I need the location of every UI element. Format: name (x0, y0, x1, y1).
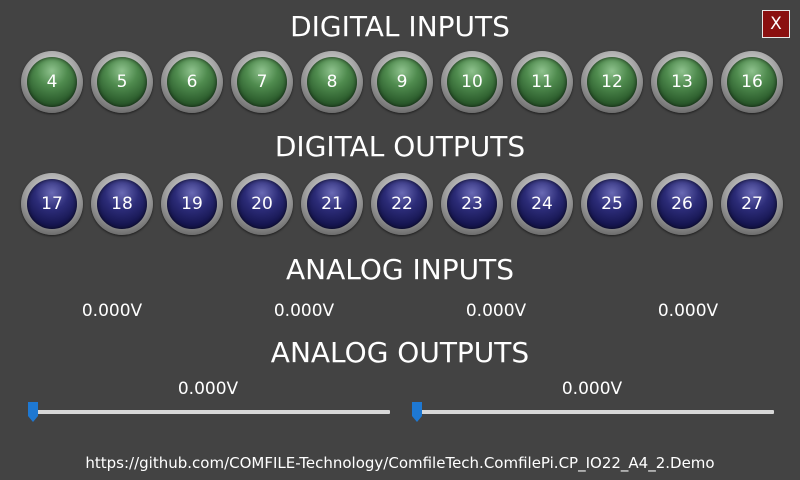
analog-input-value: 0.000V (465, 301, 527, 321)
led-channel-number: 10 (461, 72, 483, 92)
digital-output-toggle[interactable]: 18 (91, 173, 153, 235)
digital-output-toggle[interactable]: 23 (441, 173, 503, 235)
led-channel-number: 13 (671, 72, 693, 92)
digital-input-led[interactable]: 16 (721, 51, 783, 113)
digital-outputs-title: DIGITAL OUTPUTS (274, 130, 526, 163)
digital-input-led[interactable]: 8 (301, 51, 363, 113)
led-channel-number: 26 (671, 194, 693, 214)
digital-output-toggle[interactable]: 27 (721, 173, 783, 235)
digital-output-toggle[interactable]: 19 (161, 173, 223, 235)
led-channel-number: 27 (741, 194, 763, 214)
digital-outputs-row: 17 18 19 20 21 22 23 24 25 26 27 (0, 173, 800, 235)
analog-output-slider[interactable] (412, 402, 774, 422)
analog-output-value: 0.000V (177, 379, 239, 399)
digital-output-toggle[interactable]: 24 (511, 173, 573, 235)
io-demo-window: X DIGITAL INPUTS 4 5 6 7 8 9 10 11 12 13… (0, 0, 800, 480)
led-channel-number: 25 (601, 194, 623, 214)
digital-input-led[interactable]: 10 (441, 51, 503, 113)
digital-output-toggle[interactable]: 20 (231, 173, 293, 235)
digital-input-led[interactable]: 4 (21, 51, 83, 113)
slider-track (28, 410, 390, 414)
repository-url[interactable]: https://github.com/COMFILE-Technology/Co… (0, 453, 800, 473)
digital-input-led[interactable]: 6 (161, 51, 223, 113)
led-channel-number: 6 (186, 72, 198, 92)
led-channel-number: 18 (111, 194, 133, 214)
slider-track (412, 410, 774, 414)
slider-thumb[interactable] (412, 402, 422, 422)
led-channel-number: 7 (256, 72, 268, 92)
led-channel-number: 22 (391, 194, 413, 214)
led-channel-number: 8 (326, 72, 338, 92)
digital-inputs-row: 4 5 6 7 8 9 10 11 12 13 16 (0, 51, 800, 113)
digital-inputs-title: DIGITAL INPUTS (290, 10, 510, 43)
led-channel-number: 21 (321, 194, 343, 214)
digital-input-led[interactable]: 5 (91, 51, 153, 113)
led-channel-number: 16 (741, 72, 763, 92)
analog-input-value: 0.000V (81, 301, 143, 321)
digital-input-led[interactable]: 7 (231, 51, 293, 113)
led-channel-number: 9 (396, 72, 408, 92)
digital-input-led[interactable]: 12 (581, 51, 643, 113)
analog-inputs-title: ANALOG INPUTS (286, 253, 514, 286)
led-channel-number: 23 (461, 194, 483, 214)
analog-outputs-title: ANALOG OUTPUTS (270, 336, 530, 369)
digital-output-toggle[interactable]: 22 (371, 173, 433, 235)
digital-output-toggle[interactable]: 21 (301, 173, 363, 235)
led-channel-number: 19 (181, 194, 203, 214)
slider-thumb[interactable] (28, 402, 38, 422)
led-channel-number: 17 (41, 194, 63, 214)
analog-input-value: 0.000V (273, 301, 335, 321)
digital-output-toggle[interactable]: 26 (651, 173, 713, 235)
analog-output-slider[interactable] (28, 402, 390, 422)
digital-input-led[interactable]: 9 (371, 51, 433, 113)
led-channel-number: 12 (601, 72, 623, 92)
led-channel-number: 11 (531, 72, 553, 92)
analog-input-value: 0.000V (657, 301, 719, 321)
digital-input-led[interactable]: 11 (511, 51, 573, 113)
led-channel-number: 24 (531, 194, 553, 214)
digital-output-toggle[interactable]: 25 (581, 173, 643, 235)
led-channel-number: 5 (116, 72, 128, 92)
digital-input-led[interactable]: 13 (651, 51, 713, 113)
analog-output-value: 0.000V (561, 379, 623, 399)
led-channel-number: 4 (46, 72, 58, 92)
led-channel-number: 20 (251, 194, 273, 214)
digital-output-toggle[interactable]: 17 (21, 173, 83, 235)
